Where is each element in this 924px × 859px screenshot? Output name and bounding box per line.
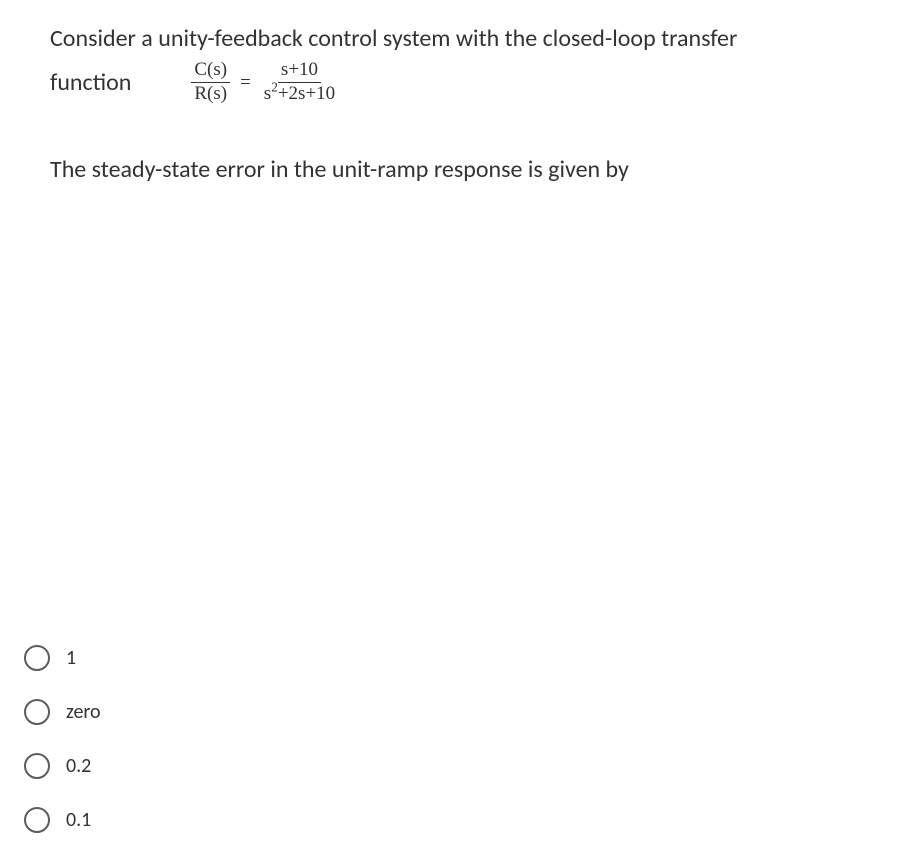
question-line-1: Consider a unity-feedback control system… <box>50 20 894 58</box>
fraction-left-numerator: C(s) <box>191 60 230 83</box>
options-list: 1 zero 0.2 0.1 <box>24 645 101 839</box>
option-label: 0.2 <box>66 754 91 778</box>
fraction-left-denominator: R(s) <box>191 83 230 105</box>
fraction-left: C(s) R(s) <box>191 60 230 105</box>
option-0-1[interactable]: 0.1 <box>24 807 101 833</box>
fraction-right-denominator: s2+2s+10 <box>261 83 338 105</box>
question-block: Consider a unity-feedback control system… <box>30 20 894 184</box>
question-stem: Consider a unity-feedback control system… <box>50 20 894 105</box>
option-0-2[interactable]: 0.2 <box>24 753 101 779</box>
option-1[interactable]: 1 <box>24 645 101 671</box>
radio-icon <box>24 699 50 725</box>
option-label: zero <box>66 700 101 724</box>
fraction-right-numerator: s+10 <box>278 60 321 83</box>
transfer-function-equation: C(s) R(s) = s+10 s2+2s+10 <box>191 60 338 105</box>
option-label: 0.1 <box>66 808 91 832</box>
radio-icon <box>24 645 50 671</box>
question-followup: The steady-state error in the unit-ramp … <box>50 155 894 184</box>
question-line-2-word: function <box>50 64 131 102</box>
equals-sign: = <box>236 68 255 98</box>
option-zero[interactable]: zero <box>24 699 101 725</box>
option-label: 1 <box>66 646 76 670</box>
radio-icon <box>24 807 50 833</box>
fraction-right: s+10 s2+2s+10 <box>261 60 338 105</box>
radio-icon <box>24 753 50 779</box>
